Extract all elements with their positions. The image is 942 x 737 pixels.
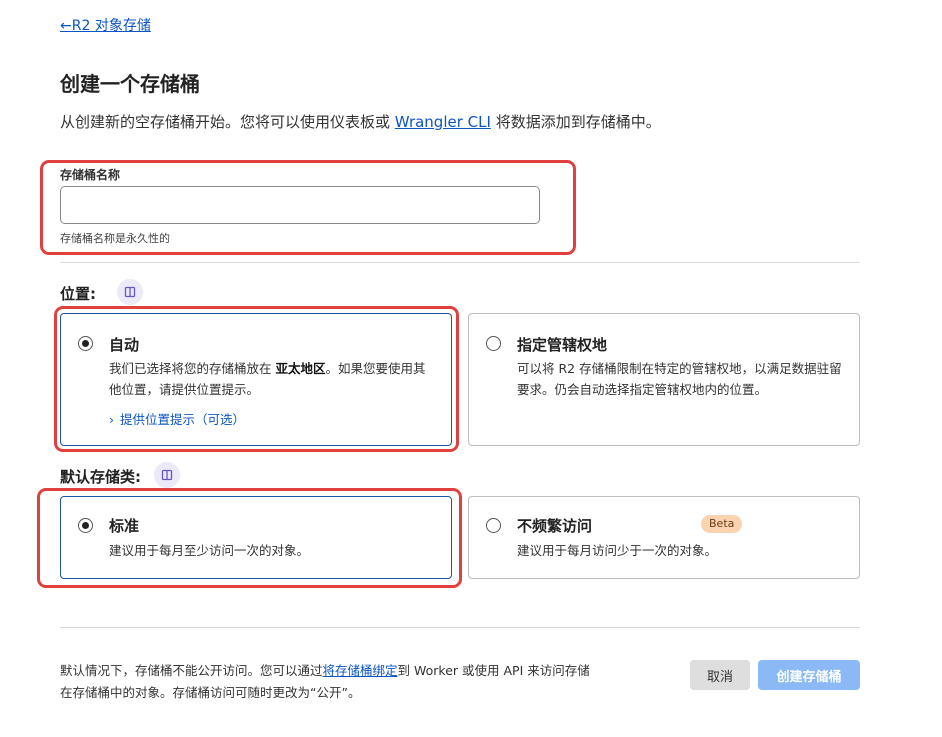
location-auto-desc: 我们已选择将您的存储桶放在 亚太地区。如果您要使用其他位置，请提供位置提示。: [109, 361, 426, 397]
footer-note: 默认情况下，存储桶不能公开访问。您可以通过将存储桶绑定到 Worker 或使用 …: [60, 663, 590, 700]
location-info-button[interactable]: [117, 279, 143, 305]
storage-standard-title: 标准: [109, 517, 140, 535]
divider-top: [60, 262, 860, 263]
storage-standard-desc: 建议用于每月至少访问一次的对象。: [109, 543, 310, 558]
bind-bucket-link[interactable]: 将存储桶绑定: [323, 663, 398, 678]
storage-class-info-button[interactable]: [154, 462, 180, 488]
back-link-r2[interactable]: ←R2 对象存储: [60, 15, 151, 35]
location-hint-toggle[interactable]: › 提供位置提示（可选）: [109, 409, 245, 428]
beta-badge: Beta: [701, 515, 743, 533]
storage-option-infrequent[interactable]: 不频繁访问 Beta 建议用于每月访问少于一次的对象。: [468, 496, 860, 579]
chevron-right-icon: ›: [109, 412, 114, 427]
cancel-button[interactable]: 取消: [690, 660, 750, 690]
book-icon: [124, 286, 136, 298]
location-jurisdiction-title: 指定管辖权地: [517, 336, 608, 354]
wrangler-cli-link[interactable]: Wrangler CLI: [395, 113, 491, 131]
intro-suffix: 将数据添加到存储桶中。: [490, 113, 661, 131]
back-link-label: R2 对象存储: [71, 18, 151, 34]
bucket-name-label: 存储桶名称: [60, 168, 121, 182]
bucket-name-hint: 存储桶名称是永久性的: [60, 232, 170, 245]
location-hint-link: 提供位置提示（可选）: [120, 412, 246, 427]
storage-infrequent-title: 不频繁访问: [517, 517, 593, 535]
bucket-name-input[interactable]: [60, 186, 540, 224]
location-option-jurisdiction[interactable]: 指定管辖权地 可以将 R2 存储桶限制在特定的管辖权地，以满足数据驻留要求。仍会…: [468, 313, 860, 446]
create-bucket-button[interactable]: 创建存储桶: [758, 660, 860, 690]
location-option-auto[interactable]: 自动 我们已选择将您的存储桶放在 亚太地区。如果您要使用其他位置，请提供位置提示…: [60, 313, 452, 446]
storage-infrequent-radio[interactable]: [486, 518, 501, 533]
storage-class-label: 默认存储类:: [60, 468, 141, 486]
storage-standard-radio[interactable]: [78, 518, 93, 533]
storage-infrequent-desc: 建议用于每月访问少于一次的对象。: [517, 543, 718, 558]
location-jurisdiction-desc: 可以将 R2 存储桶限制在特定的管辖权地，以满足数据驻留要求。仍会自动选择指定管…: [517, 361, 842, 397]
storage-option-standard[interactable]: 标准 建议用于每月至少访问一次的对象。: [60, 496, 452, 579]
intro-prefix: 从创建新的空存储桶开始。您将可以使用仪表板或: [60, 113, 395, 131]
page-title: 创建一个存储桶: [60, 72, 200, 96]
region-name: 亚太地区: [275, 361, 326, 376]
location-jurisdiction-radio[interactable]: [486, 336, 501, 351]
intro-text: 从创建新的空存储桶开始。您将可以使用仪表板或 Wrangler CLI 将数据添…: [60, 111, 661, 132]
location-auto-radio[interactable]: [78, 336, 93, 351]
divider-bottom: [60, 627, 860, 628]
location-auto-title: 自动: [109, 336, 140, 354]
location-label: 位置:: [60, 285, 96, 303]
back-arrow-icon: ←: [60, 18, 72, 34]
book-icon: [161, 469, 173, 481]
